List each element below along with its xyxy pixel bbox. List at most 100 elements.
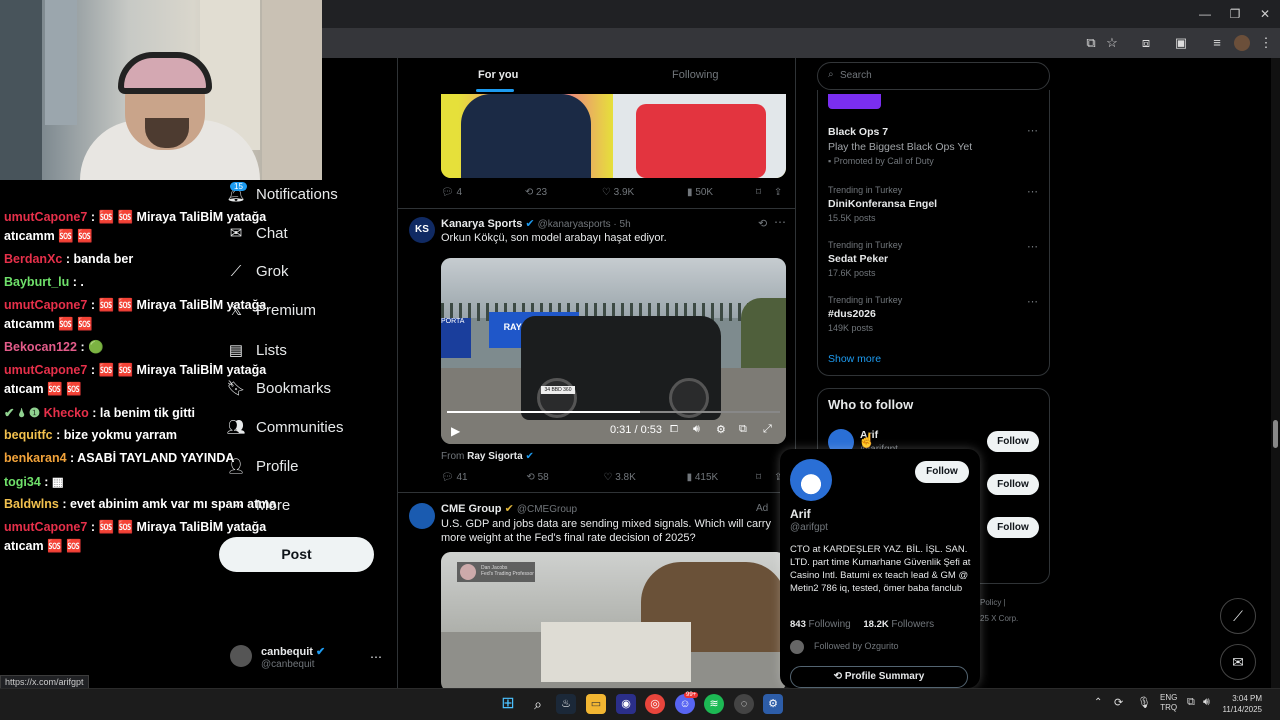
nav-lists[interactable]: ▤ Lists [226,341,287,359]
post-button[interactable]: Post [219,537,374,572]
bookmark-star-icon[interactable]: ☆ [1102,33,1122,53]
follow-button[interactable]: Follow [987,474,1039,495]
tray-chevron-icon[interactable]: ⌃ [1094,697,1102,708]
video-player[interactable]: PORTA RAY SİGORTA 34 BBD 360 ▶ 0:31 / 0:… [441,258,786,444]
maximize-icon[interactable]: ❐ [1220,4,1250,24]
show-more-link[interactable]: Show more [828,353,881,365]
trend-name[interactable]: #dus2026 [828,308,876,320]
footer-policy[interactable]: Policy | [980,598,1006,607]
bookmark-icon[interactable]: ⌑ [756,187,761,198]
bookmark-icon[interactable]: ⌑ [756,472,761,483]
trend-name[interactable]: DiniKonferansa Engel [828,198,937,210]
reading-list-icon[interactable]: ≡ [1207,33,1227,53]
share-icon[interactable]: ⇪ [774,187,782,198]
repost-icon[interactable]: ⟲ [526,472,534,483]
chat-username[interactable]: Khecko [44,406,89,420]
more-icon[interactable]: ⋯ [1027,124,1038,137]
chat-username[interactable]: umutCapone7 [4,520,87,534]
messages-fab-icon[interactable]: ✉ [1220,644,1256,680]
extensions-icon[interactable]: ⧈ [1136,33,1156,53]
settings-icon[interactable]: ⚙ [763,694,783,714]
reply-icon[interactable]: 💬︎ [441,187,454,198]
close-icon[interactable]: ✕ [1250,4,1280,24]
nav-bookmarks[interactable]: 🔖︎ Bookmarks [226,379,331,397]
grok-icon[interactable]: ⟲ [758,217,767,230]
language-indicator[interactable]: ENG TRQ [1160,693,1177,713]
microphone-icon[interactable]: 🎙︎ [1137,696,1151,709]
chat-username[interactable]: Bayburt_lu [4,275,69,289]
nav-grok[interactable]: ⟋ Grok [226,263,289,280]
profile-avatar-icon[interactable] [1234,35,1250,51]
nav-chat[interactable]: ✉ Chat [226,224,288,242]
chat-username[interactable]: BerdanXc [4,252,62,266]
chat-username[interactable]: Bekocan122 [4,340,77,354]
hovercard-avatar[interactable] [790,459,832,501]
ad-title[interactable]: Black Ops 7 [828,126,888,138]
trend-name[interactable]: Sedat Peker [828,253,888,265]
reply-icon[interactable]: 💬︎ [441,472,454,483]
pip-icon[interactable]: ⧉ [739,423,747,436]
fullscreen-icon[interactable]: ⤢ [763,423,772,436]
post3-media[interactable]: Dan Jacobs Fed's Trading Professor [441,552,786,688]
app-icon[interactable]: ◉ [616,694,636,714]
account-menu-icon[interactable]: ⋯ [370,650,382,664]
nav-communities[interactable]: 👥︎ Communities [226,418,343,436]
like-icon[interactable]: ♡ [602,187,611,198]
spotify-icon[interactable]: ≋ [704,694,724,714]
page-scrollbar[interactable] [1271,58,1280,688]
hovercard-follow-button[interactable]: Follow [915,461,969,483]
more-icon[interactable]: ⋯ [1027,295,1038,308]
play-icon[interactable]: ▶ [451,424,460,438]
tab-following[interactable]: Following [672,69,718,81]
ad-image[interactable] [828,94,881,109]
profile-summary-button[interactable]: ⟲ Profile Summary [790,666,968,688]
menu-kebab-icon[interactable]: ⋮ [1256,33,1276,53]
grok-fab-icon[interactable]: ⟋ [1220,598,1256,634]
chat-username[interactable]: togi34 [4,475,41,489]
settings-icon[interactable]: ⚙ [716,423,726,436]
post-media[interactable] [441,94,786,178]
chat-username[interactable]: umutCapone7 [4,298,87,312]
chat-username[interactable]: benkaran4 [4,451,67,465]
search-icon[interactable]: ⌕ [528,694,548,714]
cme-avatar[interactable] [409,503,435,529]
nav-profile[interactable]: 👤︎ Profile [226,457,298,475]
follow-button[interactable]: Follow [987,517,1039,538]
app-icon[interactable]: ◌ [734,694,754,714]
tray-app-icon[interactable]: ⟳ [1114,696,1123,709]
chat-username[interactable]: umutCapone7 [4,210,87,224]
volume-icon[interactable]: 🔊︎ [1203,696,1210,709]
search-bar[interactable]: ⌕ Search [817,62,1050,90]
volume-icon[interactable]: 🔊︎ [693,423,700,436]
nav-more[interactable]: ⋯ More [226,496,291,514]
minimize-icon[interactable]: — [1190,4,1220,24]
sidepanel-icon[interactable]: ▣ [1171,33,1191,53]
more-circle-icon: ⋯ [228,497,244,514]
avatar[interactable] [230,645,252,667]
folder-icon[interactable]: ▭ [586,694,606,714]
nav-premium[interactable]: 𝕏 Premium [226,301,316,319]
search-input[interactable]: Search [840,70,872,81]
views-icon[interactable]: ▮ [687,187,693,198]
install-icon[interactable]: ⧉ [1081,33,1101,53]
network-icon[interactable]: ⧉ [1187,696,1195,709]
tab-for-you[interactable]: For you [478,69,518,81]
hovercard-name[interactable]: Arif [790,507,811,521]
more-icon[interactable]: ⋯ [1027,185,1038,198]
steam-icon[interactable]: ♨ [556,694,576,714]
kanarya-avatar[interactable]: KS [409,217,435,243]
chat-username[interactable]: Baldwlns [4,497,59,511]
scrollbar-thumb[interactable] [1273,420,1278,448]
views-icon[interactable]: ▮ [687,472,693,483]
more-icon[interactable]: ⋯ [1027,240,1038,253]
chrome-icon[interactable]: ◎ [645,694,665,714]
repost-icon[interactable]: ⟲ [525,187,533,198]
chat-username[interactable]: bequitfc [4,428,53,442]
post-more-icon[interactable]: ⋯ [774,215,786,229]
windows-start-icon[interactable]: ⊞ [498,694,518,714]
captions-icon[interactable]: ⧠ [670,424,678,435]
chat-username[interactable]: umutCapone7 [4,363,87,377]
follow-button[interactable]: Follow [987,431,1039,452]
like-icon[interactable]: ♡ [603,472,612,483]
clock[interactable]: 3:04 PM 11/14/2025 [1222,693,1262,715]
